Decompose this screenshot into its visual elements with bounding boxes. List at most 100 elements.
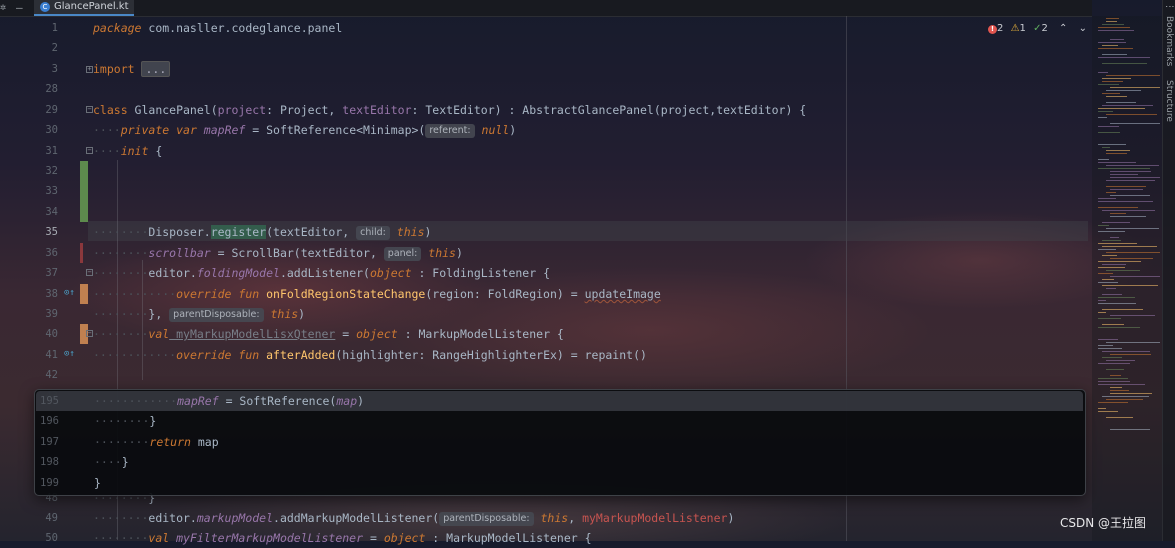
minimap-line [1098, 402, 1128, 403]
kotlin-class-icon: C [40, 2, 50, 12]
popup-line-199: } [94, 476, 101, 490]
popup-line-number: 199 [40, 477, 59, 489]
minimap-line [1102, 210, 1155, 211]
minimap-line [1102, 93, 1120, 94]
minimap-line [1102, 78, 1131, 79]
minimap-line [1098, 282, 1118, 283]
minimap-line [1098, 297, 1135, 298]
minimap-line [1098, 84, 1119, 85]
line-number: 42 [45, 369, 58, 381]
line-number: 3 [51, 63, 58, 75]
fold-toggle[interactable]: + [86, 66, 93, 73]
folded-imports[interactable]: ... [141, 61, 171, 77]
code-line-3: import ... [93, 59, 171, 79]
minimap-line [1098, 339, 1118, 340]
fold-toggle[interactable]: − [86, 330, 93, 337]
minimap-line [1098, 42, 1126, 43]
minimap-line [1102, 357, 1122, 358]
minimap-line [1106, 18, 1119, 19]
code-line-29: class GlancePanel(project: Project, text… [93, 103, 807, 117]
param-hint: parentDisposable: [169, 308, 264, 322]
minimap-line [1098, 384, 1145, 385]
breakpoint-marker[interactable] [80, 243, 83, 263]
gear-icon[interactable]: ✲ [0, 1, 10, 15]
param-hint: parentDisposable: [439, 512, 534, 526]
code-peek-popup[interactable]: 195 196 197 198 199 ············mapRef = Sof… [34, 389, 1086, 496]
minimap-line [1106, 270, 1140, 271]
fold-toggle[interactable]: − [86, 269, 93, 276]
minimap-line [1106, 228, 1159, 229]
menu-icon[interactable]: ⋮ [1164, 2, 1174, 11]
fold-toggle[interactable]: − [86, 106, 93, 113]
next-highlight-button[interactable]: ⌄ [1079, 23, 1087, 34]
minimap-line [1102, 324, 1124, 325]
minimap-line [1098, 381, 1130, 382]
param-hint: referent: [425, 124, 475, 138]
override-icon[interactable]: ⊙↑ [64, 349, 75, 359]
override-icon[interactable]: ⊙↑ [64, 288, 75, 298]
minimap-line [1102, 285, 1158, 286]
minimap-line [1098, 300, 1106, 301]
minimap-line [1110, 276, 1160, 277]
code-line-50: ········val myFilterMarkupModelListener … [93, 531, 592, 545]
minimap-line [1102, 81, 1123, 82]
prev-highlight-button[interactable]: ⌃ [1059, 23, 1067, 34]
tool-window-structure[interactable]: Structure [1164, 80, 1174, 122]
minimap-line [1098, 48, 1133, 49]
minimap-line [1098, 207, 1138, 208]
minimap-line [1098, 408, 1106, 409]
fold-toggle[interactable]: − [86, 147, 93, 154]
minimap-line [1098, 27, 1130, 28]
code-line-41: ············override fun afterAdded(high… [93, 348, 647, 362]
popup-line-number: 197 [40, 436, 59, 448]
line-number: 34 [45, 206, 58, 218]
minimap-line [1098, 312, 1106, 313]
typo-count: 2 [1041, 23, 1048, 34]
code-line-40: ········val myMarkupModelLisxQtener = ob… [93, 327, 564, 341]
minimap-line [1110, 174, 1138, 175]
inspection-widget[interactable]: ! 2 ⚠1 ✓2 ⌃ ⌄ [988, 22, 1087, 36]
minimap-line [1098, 243, 1137, 244]
tab-glancepanel[interactable]: C GlancePanel.kt [34, 0, 134, 16]
vcs-modified-marker[interactable] [80, 284, 88, 304]
minimap-line [1098, 231, 1125, 232]
popup-line-196: ········} [94, 414, 157, 428]
minimap-line [1098, 225, 1109, 226]
minimap-line [1106, 369, 1124, 370]
minimap-line [1098, 159, 1109, 160]
minimap-line [1106, 21, 1117, 22]
line-number: 37 [45, 267, 58, 279]
minimap-line [1098, 318, 1121, 319]
code-line-49: ········editor.markupModel.addMarkupMode… [93, 511, 735, 526]
tool-window-bookmarks[interactable]: Bookmarks [1164, 16, 1174, 66]
popup-line-198: ····} [94, 455, 129, 469]
minimap-line [1110, 393, 1152, 394]
minimap-line [1110, 39, 1124, 40]
minimap-line [1102, 309, 1143, 310]
line-number: 28 [45, 83, 58, 95]
minimap-line [1110, 177, 1160, 178]
code-line-36: ········scrollbar = ScrollBar(textEditor… [93, 246, 463, 261]
vcs-added-marker[interactable] [80, 161, 88, 222]
line-number: 1 [51, 22, 58, 34]
watermark: CSDN @王拉图 [1060, 516, 1147, 530]
minimap-line [1106, 150, 1130, 151]
line-number: 39 [45, 308, 58, 320]
error-count: 2 [997, 23, 1004, 34]
code-glance-minimap[interactable] [1092, 16, 1162, 541]
minimap-line [1110, 237, 1119, 238]
minimap-line [1110, 429, 1150, 430]
minus-icon[interactable]: – [16, 1, 26, 15]
minimap-line [1098, 201, 1153, 202]
minimap-line [1098, 198, 1116, 199]
line-number: 33 [45, 185, 58, 197]
minimap-line [1110, 375, 1121, 376]
minimap-line [1102, 396, 1149, 397]
tab-bar: ✲ – C GlancePanel.kt [0, 0, 1092, 17]
popup-line-197: ········return map [94, 435, 219, 449]
minimap-line [1098, 303, 1136, 304]
minimap-line [1102, 351, 1150, 352]
minimap-line [1110, 258, 1153, 259]
minimap-line [1102, 147, 1110, 148]
line-number: 40 [45, 328, 58, 340]
